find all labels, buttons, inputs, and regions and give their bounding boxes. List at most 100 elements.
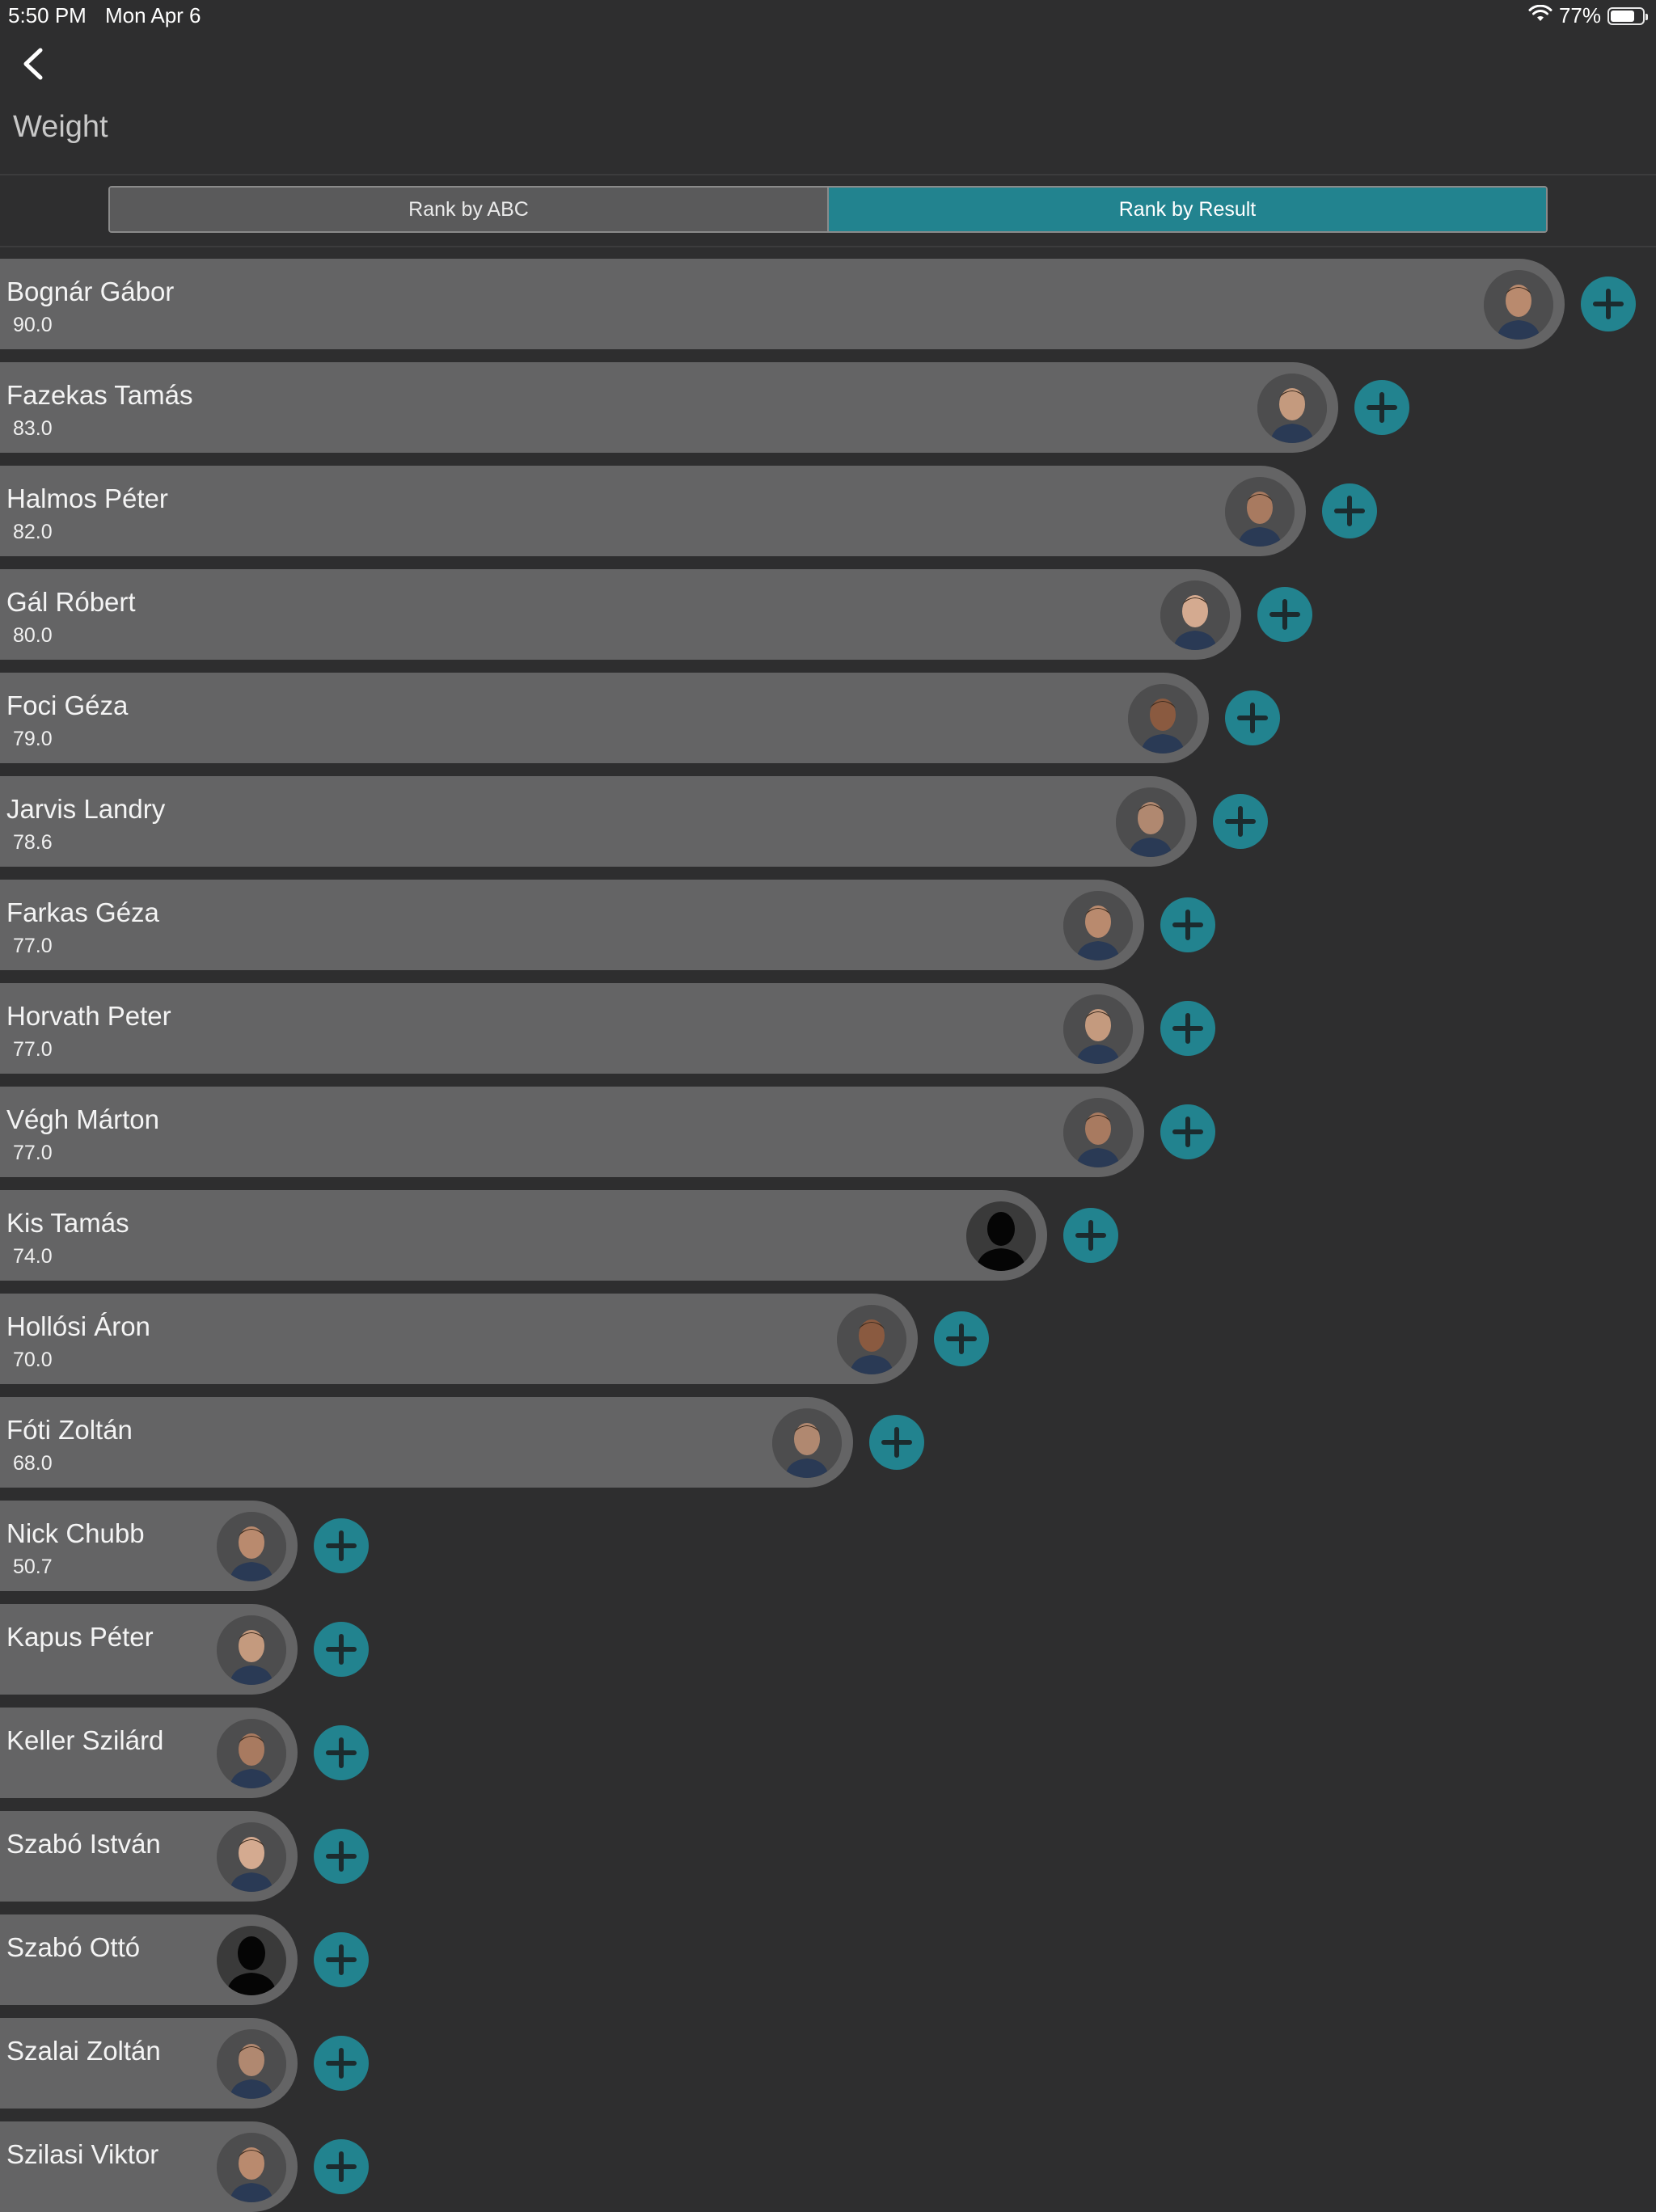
player-photo-icon — [1257, 374, 1327, 443]
add-player-button[interactable] — [314, 1725, 369, 1780]
add-player-button[interactable] — [934, 1311, 989, 1366]
player-row[interactable]: Keller Szilárd — [0, 1708, 1656, 1798]
player-row[interactable]: Halmos Péter 82.0 — [0, 466, 1656, 556]
player-avatar — [217, 1822, 286, 1892]
player-photo-icon — [1484, 270, 1553, 340]
player-avatar — [772, 1408, 842, 1478]
add-player-button[interactable] — [869, 1415, 924, 1470]
plus-icon — [1172, 910, 1203, 940]
add-player-button[interactable] — [1160, 897, 1215, 952]
add-player-button[interactable] — [314, 1932, 369, 1987]
player-name: Szalai Zoltán — [6, 2036, 161, 2066]
player-photo-icon — [1063, 994, 1133, 1064]
player-name: Kapus Péter — [6, 1622, 154, 1652]
add-player-button[interactable] — [1213, 794, 1268, 849]
player-row[interactable]: Nick Chubb 50.7 — [0, 1501, 1656, 1591]
add-player-button[interactable] — [1257, 587, 1312, 642]
plus-icon — [326, 2048, 357, 2079]
player-photo-icon — [217, 1719, 286, 1788]
add-player-button[interactable] — [1160, 1104, 1215, 1159]
player-name: Gál Róbert — [6, 587, 136, 617]
player-avatar — [1063, 891, 1133, 960]
player-name: Szabó István — [6, 1829, 161, 1859]
add-player-button[interactable] — [1160, 1001, 1215, 1056]
player-row[interactable]: Fóti Zoltán 68.0 — [0, 1397, 1656, 1488]
player-avatar — [1116, 787, 1185, 857]
player-photo-icon — [1063, 891, 1133, 960]
player-row[interactable]: Hollósi Áron 70.0 — [0, 1294, 1656, 1384]
player-name: Horvath Peter — [6, 1001, 171, 1031]
player-avatar — [837, 1305, 906, 1374]
result-bar — [0, 466, 1306, 556]
player-result-value: 77.0 — [13, 935, 53, 957]
player-row[interactable]: Szalai Zoltán — [0, 2018, 1656, 2109]
player-avatar — [1160, 580, 1230, 650]
plus-icon — [1367, 392, 1397, 423]
add-player-button[interactable] — [1581, 276, 1636, 331]
plus-icon — [326, 2151, 357, 2182]
result-bar — [0, 880, 1144, 970]
player-row[interactable]: Szabó István — [0, 1811, 1656, 1902]
result-bar — [0, 776, 1197, 867]
player-avatar — [1063, 994, 1133, 1064]
plus-icon — [1593, 289, 1624, 319]
plus-icon — [326, 1944, 357, 1975]
player-photo-icon — [217, 1615, 286, 1685]
player-row[interactable]: Szilasi Viktor — [0, 2121, 1656, 2212]
result-bar — [0, 1190, 1047, 1281]
plus-icon — [1075, 1220, 1106, 1251]
plus-icon — [1334, 496, 1365, 526]
player-photo-icon — [217, 2029, 286, 2099]
player-row[interactable]: Fazekas Tamás 83.0 — [0, 362, 1656, 453]
plus-icon — [1172, 1013, 1203, 1044]
result-bar — [0, 673, 1209, 763]
player-row[interactable]: Végh Márton 77.0 — [0, 1087, 1656, 1177]
add-player-button[interactable] — [314, 2139, 369, 2194]
player-row[interactable]: Horvath Peter 77.0 — [0, 983, 1656, 1074]
plus-icon — [1172, 1117, 1203, 1147]
plus-icon — [326, 1634, 357, 1665]
player-avatar — [1484, 270, 1553, 340]
plus-icon — [326, 1530, 357, 1561]
player-result-value: 77.0 — [13, 1038, 53, 1061]
add-player-button[interactable] — [1354, 380, 1409, 435]
player-row[interactable]: Kapus Péter — [0, 1604, 1656, 1695]
add-player-button[interactable] — [1063, 1208, 1118, 1263]
player-avatar — [217, 2029, 286, 2099]
result-bar — [0, 362, 1338, 453]
player-row[interactable]: Gál Róbert 80.0 — [0, 569, 1656, 660]
plus-icon — [881, 1427, 912, 1458]
player-result-value: 83.0 — [13, 417, 53, 440]
player-result-value: 80.0 — [13, 624, 53, 647]
player-name: Szabó Ottó — [6, 1932, 141, 1962]
add-player-button[interactable] — [1225, 690, 1280, 745]
result-bar — [0, 983, 1144, 1074]
player-photo-icon — [1116, 787, 1185, 857]
player-avatar — [217, 1615, 286, 1685]
player-avatar — [217, 2133, 286, 2202]
player-name: Hollósi Áron — [6, 1311, 150, 1341]
plus-icon — [946, 1323, 977, 1354]
player-photo-icon — [1128, 684, 1198, 754]
add-player-button[interactable] — [1322, 483, 1377, 538]
player-result-value: 90.0 — [13, 314, 53, 336]
player-row[interactable]: Farkas Géza 77.0 — [0, 880, 1656, 970]
player-row[interactable]: Foci Géza 79.0 — [0, 673, 1656, 763]
add-player-button[interactable] — [314, 1829, 369, 1884]
player-result-value: 50.7 — [13, 1556, 53, 1578]
player-row[interactable]: Kis Tamás 74.0 — [0, 1190, 1656, 1281]
add-player-button[interactable] — [314, 1518, 369, 1573]
person-silhouette-icon — [226, 1936, 277, 1995]
player-row[interactable]: Jarvis Landry 78.6 — [0, 776, 1656, 867]
player-name: Kis Tamás — [6, 1208, 129, 1238]
player-name: Bognár Gábor — [6, 276, 175, 306]
add-player-button[interactable] — [314, 2036, 369, 2091]
player-row[interactable]: Szabó Ottó — [0, 1914, 1656, 2005]
plus-icon — [326, 1737, 357, 1768]
result-bar — [0, 259, 1565, 349]
add-player-button[interactable] — [314, 1622, 369, 1677]
player-result-value: 77.0 — [13, 1142, 53, 1164]
player-name: Jarvis Landry — [6, 794, 166, 824]
player-row[interactable]: Bognár Gábor 90.0 — [0, 259, 1656, 349]
result-bar — [0, 1087, 1144, 1177]
